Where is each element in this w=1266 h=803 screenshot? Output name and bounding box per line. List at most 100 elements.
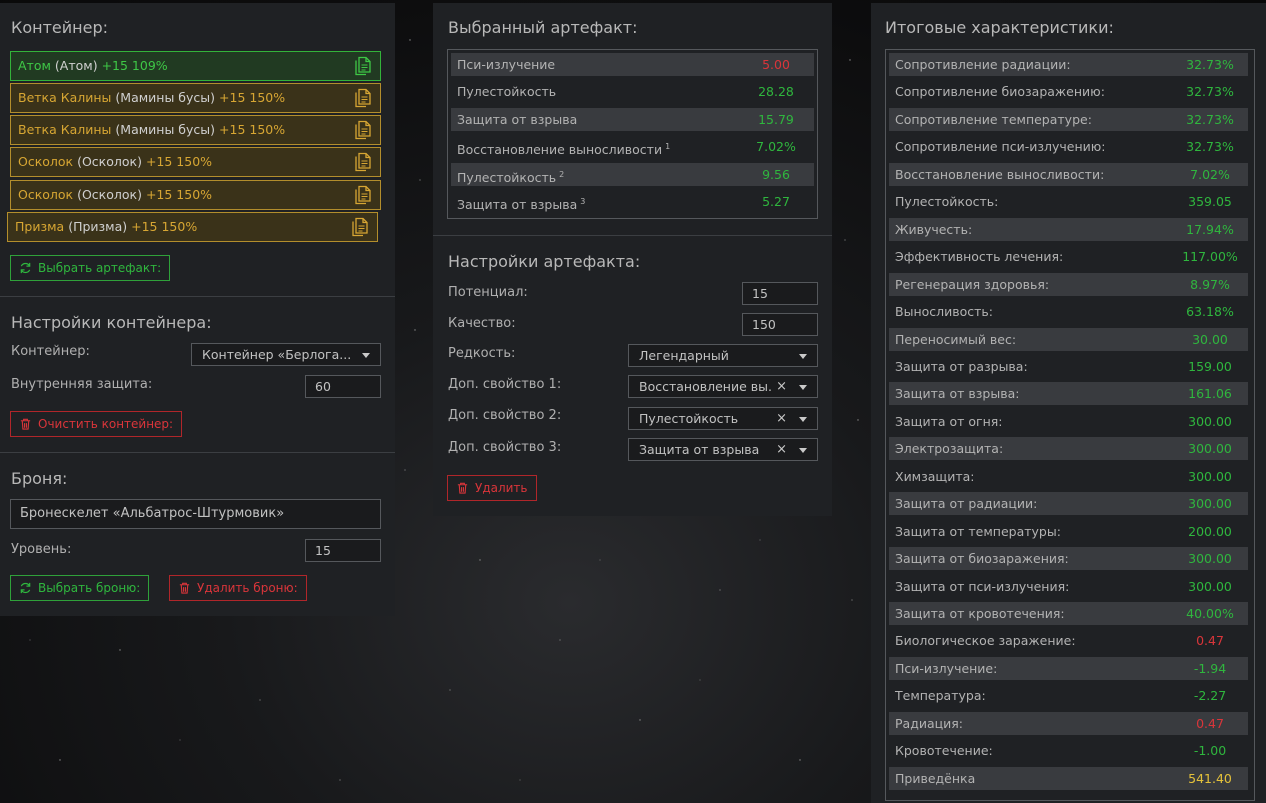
artifact-stat-row: Защита от взрыва 15.79 [451,107,814,131]
stat-name: Сопротивление биозаражению: [895,84,1105,100]
container-settings-title: Настройки контейнера: [11,313,212,332]
stat-value: 117.00% [1182,249,1238,265]
container-select[interactable]: Контейнер «Берлога... [191,343,381,366]
artifact-stat-row: Защита от взрыва 3 5.27 [451,190,814,213]
artifact-stat-row: Пулестойкость 2 9.56 [451,162,814,189]
artifact-slot[interactable]: Осколок (Осколок) +15 150% [10,180,381,210]
armor-input[interactable]: Бронескелет «Альбатрос-Штурмовик» [10,499,381,529]
potential-input[interactable]: 15 [742,282,818,305]
stat-value: 17.94% [1186,221,1234,237]
extra1-select[interactable]: Восстановление вы... × [628,375,818,398]
copy-icon[interactable] [354,120,372,140]
artifact-slot[interactable]: Ветка Калины (Мамины бусы) +15 150% [10,83,381,113]
divider [0,452,395,453]
chevron-down-icon [799,385,807,390]
stat-label: Пулестойкость [457,169,557,185]
artifact-level: +15 109% [101,58,168,73]
copy-icon[interactable] [354,56,372,76]
stat-value: 159.00 [1188,358,1232,374]
total-stat-row: Живучесть: 17.94% [889,217,1248,241]
extra1-label: Доп. свойство 1: [448,377,562,392]
artifact-origin: (Осколок) [77,187,142,202]
total-stat-row: Пулестойкость: 359.05 [889,190,1248,213]
stat-name: Эффективность лечения: [895,249,1064,265]
delete-armor-button[interactable]: Удалить броню: [169,575,307,601]
stat-name: Кровотечение: [895,743,993,759]
artifact-origin: (Мамины бусы) [115,90,216,105]
total-stat-row: Пси-излучение: -1.94 [889,656,1248,680]
stat-value: 300.00 [1188,551,1232,567]
select-artifact-button[interactable]: Выбрать артефакт: [10,255,171,281]
chevron-down-icon [799,354,807,359]
stat-value: 32.73% [1186,139,1234,155]
clear-icon[interactable]: × [776,376,787,397]
artifact-slot[interactable]: Атом (Атом) +15 109% [10,51,381,81]
stat-value: 28.28 [758,84,794,100]
stat-value: 63.18% [1186,304,1234,320]
extra3-select[interactable]: Защита от взрыва × [628,438,818,461]
copy-icon[interactable] [354,152,372,172]
inner-protection-input[interactable]: 60 [305,375,381,398]
extra2-select[interactable]: Пулестойкость × [628,407,818,430]
artifact-stat-row: Пулестойкость 28.28 [451,80,814,103]
quality-input[interactable]: 150 [742,313,818,336]
stat-footnote: 3 [580,197,586,206]
copy-icon[interactable] [354,185,372,205]
clear-icon[interactable]: × [776,439,787,460]
stat-value: 8.97% [1190,276,1230,292]
stat-value: 32.73% [1186,84,1234,100]
stat-name: Пси-излучение [457,53,555,76]
stat-name: Переносимый вес: [895,331,1017,347]
artifact-slot[interactable]: Осколок (Осколок) +15 150% [10,147,381,177]
stat-name: Защита от разрыва: [895,358,1028,374]
copy-icon[interactable] [351,217,369,237]
stat-name: Защита от радиации: [895,496,1038,512]
artifact-slot[interactable]: Призма (Призма) +15 150% [7,212,378,242]
armor-level-input[interactable]: 15 [305,539,381,562]
artifact-name: Ветка Калины [18,90,112,105]
artifact-origin: (Осколок) [77,154,142,169]
artifact-panel: Выбранный артефакт: Пси-излучение 5.00 Пул… [433,3,832,516]
total-stat-row: Восстановление выносливости: 7.02% [889,162,1248,186]
stat-value: 15.79 [758,111,794,127]
total-stat-row: Приведёнка 541.40 [889,766,1248,790]
stat-name: Защита от биозаражения: [895,551,1069,567]
chevron-down-icon [362,353,370,358]
clear-container-label: Очистить контейнер: [38,417,174,431]
stat-name: Радиация: [895,715,963,731]
total-stat-row: Температура: -2.27 [889,684,1248,707]
total-stat-row: Защита от взрыва: 161.06 [889,382,1248,406]
armor-title: Броня: [11,469,68,488]
stat-label: Защита от взрыва [457,197,578,212]
stat-label: Защита от взрыва [457,111,578,127]
artifact-slot[interactable]: Ветка Калины (Мамины бусы) +15 150% [10,115,381,145]
stat-footnote: 2 [559,169,565,179]
total-stat-row: Выносливость: 63.18% [889,300,1248,323]
delete-artifact-button[interactable]: Удалить [447,475,537,501]
artifact-stat-row: Пси-излучение 5.00 [451,53,814,76]
stat-name: Восстановление выносливости: [895,166,1105,182]
clear-icon[interactable]: × [776,408,787,429]
stat-value: 7.02% [1190,166,1230,182]
total-stat-row: Электрозащита: 300.00 [889,437,1248,461]
stat-name: Электрозащита: [895,441,1004,457]
total-stat-row: Кровотечение: -1.00 [889,739,1248,762]
stat-value: 32.73% [1186,57,1234,72]
stat-name: Пулестойкость 2 [457,163,564,189]
select-armor-button[interactable]: Выбрать броню: [10,575,150,601]
container-label: Контейнер: [11,344,90,359]
stat-value: 300.00 [1188,413,1232,429]
stat-name: Приведёнка [895,770,976,786]
stat-name: Защита от температуры: [895,523,1061,539]
delete-armor-label: Удалить броню: [197,581,298,595]
stat-name: Пулестойкость: [895,194,999,210]
trash-icon [457,482,468,494]
clear-container-button[interactable]: Очистить контейнер: [10,411,183,437]
total-stat-row: Сопротивление пси-излучению: 32.73% [889,135,1248,158]
rarity-select[interactable]: Легендарный [628,344,818,367]
select-artifact-label: Выбрать артефакт: [38,261,162,275]
stat-name: Защита от кровотечения: [895,606,1065,621]
stat-footnote: 1 [665,142,671,152]
copy-icon[interactable] [354,88,372,108]
stat-name: Защита от взрыва: [895,386,1020,402]
